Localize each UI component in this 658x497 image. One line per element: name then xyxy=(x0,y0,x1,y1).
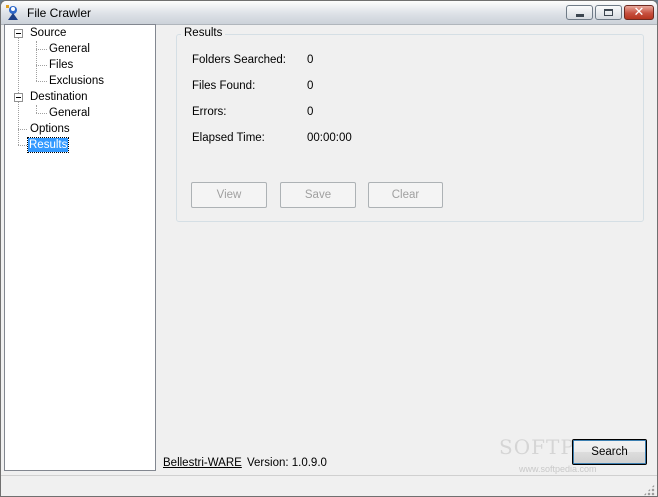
files-found-value: 0 xyxy=(307,80,314,92)
vendor-link[interactable]: Bellestri-WARE xyxy=(163,457,242,469)
maximize-button[interactable] xyxy=(595,5,622,20)
tree-item-exclusions[interactable]: Exclusions xyxy=(48,74,105,88)
elapsed-time-label: Elapsed Time: xyxy=(192,132,265,144)
tree-connector xyxy=(36,113,47,114)
folders-searched-value: 0 xyxy=(307,54,314,66)
navigation-tree[interactable]: Source General Files Exclusions Destinat… xyxy=(4,24,156,471)
tree-item-destination[interactable]: Destination xyxy=(29,90,89,104)
window-title: File Crawler xyxy=(27,6,92,20)
collapse-icon[interactable] xyxy=(14,93,23,102)
minimize-icon xyxy=(576,14,584,17)
tree-connector xyxy=(18,129,27,130)
errors-label: Errors: xyxy=(192,106,227,118)
tree-connector xyxy=(36,49,47,50)
files-found-label: Files Found: xyxy=(192,80,256,92)
main-window: File Crawler ✕ Source General Files Excl… xyxy=(0,0,658,497)
tree-connector xyxy=(36,81,47,82)
title-bar[interactable]: File Crawler ✕ xyxy=(1,1,657,25)
tree-connector xyxy=(36,65,47,66)
view-button[interactable]: View xyxy=(191,182,267,208)
watermark-url: www.softpedia.com xyxy=(519,464,597,474)
minimize-button[interactable] xyxy=(566,5,593,20)
close-button[interactable]: ✕ xyxy=(624,4,654,20)
save-button[interactable]: Save xyxy=(280,182,356,208)
maximize-icon xyxy=(604,9,613,16)
collapse-icon[interactable] xyxy=(14,29,23,38)
tree-item-source-general[interactable]: General xyxy=(48,42,91,56)
resize-grip-icon[interactable] xyxy=(643,484,655,496)
app-icon xyxy=(6,5,18,20)
version-label: Version: 1.0.9.0 xyxy=(247,457,327,469)
tree-item-options[interactable]: Options xyxy=(29,122,71,136)
tree-item-source[interactable]: Source xyxy=(29,26,67,40)
tree-connector xyxy=(18,145,27,146)
results-group-title: Results xyxy=(181,27,226,39)
clear-button[interactable]: Clear xyxy=(368,182,443,208)
errors-value: 0 xyxy=(307,106,314,118)
tree-item-results[interactable]: Results xyxy=(26,137,70,153)
tree-connector xyxy=(36,105,37,113)
folders-searched-label: Folders Searched: xyxy=(192,54,286,66)
tree-connector xyxy=(36,41,37,81)
elapsed-time-value: 00:00:00 xyxy=(307,132,352,144)
tree-item-destination-general[interactable]: General xyxy=(48,106,91,120)
search-button[interactable]: Search xyxy=(572,439,647,465)
close-icon: ✕ xyxy=(633,4,645,19)
status-bar xyxy=(1,475,657,496)
tree-item-files[interactable]: Files xyxy=(48,58,74,72)
